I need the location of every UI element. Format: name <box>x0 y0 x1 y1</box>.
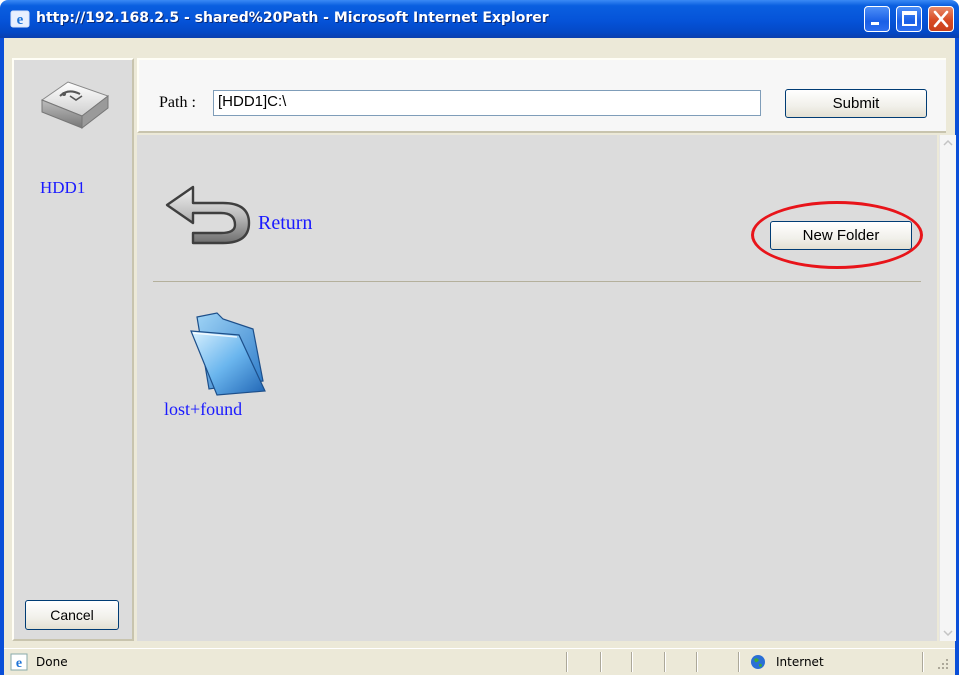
status-separator <box>566 652 568 672</box>
submit-button[interactable]: Submit <box>785 89 927 118</box>
page-icon: e <box>10 653 28 676</box>
divider <box>153 281 921 282</box>
scroll-down-icon[interactable] <box>940 625 956 641</box>
folder-icon[interactable] <box>187 311 271 402</box>
status-separator <box>600 652 602 672</box>
security-zone-text: Internet <box>776 655 824 669</box>
status-bar: e Done Internet <box>4 648 955 675</box>
return-link[interactable]: Return <box>258 212 312 235</box>
internet-globe-icon <box>750 654 766 675</box>
status-separator <box>696 652 698 672</box>
path-label: Path : <box>159 94 196 111</box>
close-button[interactable] <box>928 6 954 32</box>
path-bar: Path : [HDD1]C:\ Submit <box>137 58 946 133</box>
folder-browser: Return New Folder lost+found <box>137 135 937 641</box>
drive-panel: HDD1 Cancel <box>12 58 134 641</box>
usb-drive-icon[interactable] <box>38 74 112 139</box>
status-separator <box>738 652 740 672</box>
maximize-icon <box>902 11 917 26</box>
new-folder-button[interactable]: New Folder <box>770 221 912 250</box>
status-separator <box>664 652 666 672</box>
minimize-button[interactable] <box>864 6 890 32</box>
folder-link-lost-found[interactable]: lost+found <box>164 399 242 420</box>
return-arrow-icon[interactable] <box>163 183 255 250</box>
drive-label-hdd1[interactable]: HDD1 <box>40 178 85 198</box>
svg-text:e: e <box>17 12 24 28</box>
window-title: http://192.168.2.5 - shared%20Path - Mic… <box>36 10 549 26</box>
vertical-scrollbar[interactable] <box>939 135 956 641</box>
svg-text:e: e <box>16 656 22 671</box>
minimize-icon <box>871 22 879 25</box>
maximize-button[interactable] <box>896 6 922 32</box>
ie-icon: e <box>10 9 30 29</box>
status-separator <box>631 652 633 672</box>
resize-grip-icon[interactable] <box>936 657 950 676</box>
window-titlebar[interactable]: e http://192.168.2.5 - shared%20Path - M… <box>0 0 959 38</box>
cancel-button[interactable]: Cancel <box>25 600 119 630</box>
status-separator <box>922 652 924 672</box>
path-input[interactable]: [HDD1]C:\ <box>213 90 761 116</box>
close-icon <box>933 10 949 28</box>
status-text: Done <box>36 655 68 669</box>
scroll-up-icon[interactable] <box>940 135 956 151</box>
